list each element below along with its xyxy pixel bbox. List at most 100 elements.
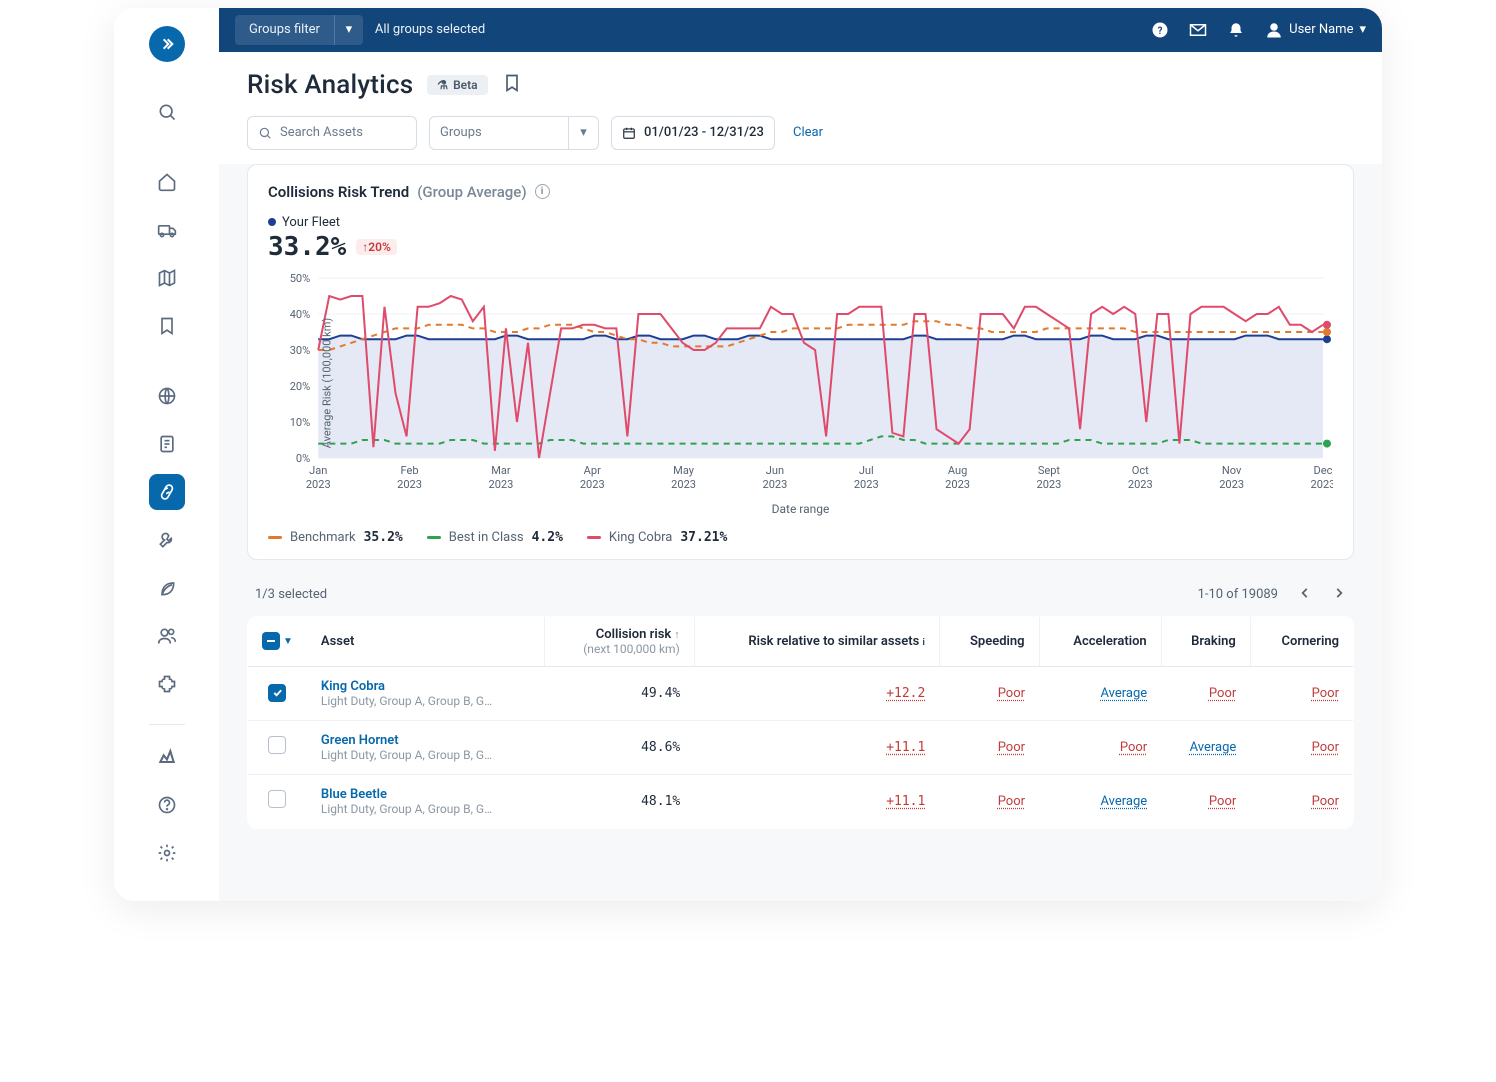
selection-count: 1/3 selected	[255, 587, 327, 602]
search-assets-input[interactable]: Search Assets	[247, 116, 417, 150]
table-row: King CobraLight Duty, Group A, Group B, …	[248, 666, 1354, 720]
groups-filter-dropdown[interactable]: Groups filter ▾	[235, 15, 363, 45]
svg-text:2023: 2023	[488, 478, 513, 491]
date-range-picker[interactable]: 01/01/23 - 12/31/23	[611, 116, 775, 150]
legend-item[interactable]: Benchmark 35.2%	[268, 530, 403, 545]
sidebar-home-icon[interactable]	[149, 164, 185, 200]
row-checkbox[interactable]	[268, 684, 286, 702]
sidebar-maintenance-icon[interactable]	[149, 522, 185, 558]
col-asset[interactable]: Asset	[307, 616, 545, 666]
help-icon[interactable]: ?	[1151, 21, 1169, 39]
braking-value: Average	[1161, 720, 1250, 774]
svg-text:2023: 2023	[763, 478, 788, 491]
prev-page-icon[interactable]	[1298, 586, 1312, 604]
asset-link[interactable]: Blue Beetle	[321, 787, 531, 802]
sidebar-report-icon[interactable]	[149, 426, 185, 462]
accel-value: Poor	[1039, 720, 1161, 774]
user-menu[interactable]: User Name ▾	[1265, 21, 1366, 39]
sidebar-settings-icon[interactable]	[149, 835, 185, 871]
svg-text:2023: 2023	[854, 478, 879, 491]
col-speeding[interactable]: Speeding	[939, 616, 1039, 666]
sidebar-help-icon[interactable]	[149, 787, 185, 823]
bell-icon[interactable]	[1227, 21, 1245, 39]
svg-text:Jul: Jul	[859, 464, 874, 477]
username-label: User Name	[1289, 22, 1353, 37]
svg-text:0%: 0%	[296, 452, 310, 465]
svg-text:10%: 10%	[290, 416, 311, 429]
beta-label: Beta	[453, 78, 478, 92]
chart-title: Collisions Risk Trend	[268, 183, 409, 201]
relative-value: +12.2	[694, 666, 939, 720]
sidebar	[114, 8, 219, 901]
row-checkbox[interactable]	[268, 736, 286, 754]
sidebar-map-icon[interactable]	[149, 260, 185, 296]
corner-value: Poor	[1250, 774, 1353, 828]
chevron-down-icon: ▾	[335, 22, 363, 37]
sidebar-users-icon[interactable]	[149, 618, 185, 654]
corner-value: Poor	[1250, 666, 1353, 720]
col-braking[interactable]: Braking	[1161, 616, 1250, 666]
sidebar-expand-button[interactable]	[149, 26, 185, 62]
braking-value: Poor	[1161, 774, 1250, 828]
sidebar-globe-icon[interactable]	[149, 378, 185, 414]
collision-value: 48.1%	[545, 774, 695, 828]
accel-value: Average	[1039, 666, 1161, 720]
bookmark-icon[interactable]	[502, 73, 522, 97]
search-icon	[258, 126, 272, 140]
svg-text:Jan: Jan	[309, 464, 327, 477]
clear-button[interactable]: Clear	[793, 125, 823, 140]
next-page-icon[interactable]	[1332, 586, 1346, 604]
topbar: Groups filter ▾ All groups selected ? Us…	[219, 8, 1382, 52]
x-axis-label: Date range	[268, 502, 1333, 516]
svg-text:30%: 30%	[290, 344, 311, 357]
svg-text:50%: 50%	[290, 272, 311, 285]
table-row: Blue BeetleLight Duty, Group A, Group B,…	[248, 774, 1354, 828]
groups-placeholder: Groups	[440, 125, 482, 140]
legend-item[interactable]: King Cobra 37.21%	[587, 530, 727, 545]
braking-value: Poor	[1161, 666, 1250, 720]
svg-text:Dec: Dec	[1314, 464, 1333, 477]
svg-text:Sept: Sept	[1038, 464, 1061, 477]
legend-item[interactable]: Best in Class 4.2%	[427, 530, 563, 545]
sidebar-risk-icon[interactable]	[149, 474, 185, 510]
sidebar-fleet-icon[interactable]	[149, 212, 185, 248]
info-icon[interactable]: i	[535, 184, 550, 199]
sidebar-analytics-icon[interactable]	[149, 739, 185, 775]
select-all-checkbox[interactable]	[262, 632, 280, 650]
asset-link[interactable]: Green Hornet	[321, 733, 531, 748]
chart-title-suffix: (Group Average)	[417, 183, 526, 201]
accel-value: Average	[1039, 774, 1161, 828]
groups-dropdown[interactable]: Groups ▾	[429, 116, 599, 150]
mail-icon[interactable]	[1189, 21, 1207, 39]
col-corner[interactable]: Cornering	[1250, 616, 1353, 666]
fleet-legend-dot	[268, 218, 276, 226]
sidebar-eco-icon[interactable]	[149, 570, 185, 606]
sidebar-search-icon[interactable]	[149, 94, 185, 130]
svg-text:20%: 20%	[290, 380, 311, 393]
groups-filter-label: Groups filter	[235, 15, 335, 45]
fleet-label: Your Fleet	[282, 215, 340, 230]
asset-link[interactable]: King Cobra	[321, 679, 531, 694]
sidebar-bookmark-icon[interactable]	[149, 308, 185, 344]
svg-text:2023: 2023	[1311, 478, 1333, 491]
fleet-delta-badge: ↑20%	[356, 239, 397, 255]
col-relative[interactable]: Risk relative to similar assets i	[694, 616, 939, 666]
range-label: 1-10 of 19089	[1198, 587, 1278, 602]
speeding-value: Poor	[939, 720, 1039, 774]
svg-text:Mar: Mar	[491, 464, 511, 477]
assets-table: ▼ Asset Collision risk↑(next 100,000 km)…	[247, 616, 1354, 829]
row-checkbox[interactable]	[268, 790, 286, 808]
chevron-down-icon[interactable]: ▼	[283, 636, 293, 647]
svg-text:Oct: Oct	[1132, 464, 1149, 477]
fleet-value: 33.2%	[268, 232, 346, 262]
chart-card: Collisions Risk Trend (Group Average) i …	[247, 164, 1354, 560]
asset-sub: Light Duty, Group A, Group B, G…	[321, 748, 531, 762]
col-accel[interactable]: Acceleration	[1039, 616, 1161, 666]
flask-icon: ⚗	[437, 78, 448, 92]
sidebar-extension-icon[interactable]	[149, 666, 185, 702]
groups-selected-label: All groups selected	[375, 22, 485, 37]
collision-value: 49.4%	[545, 666, 695, 720]
svg-text:2023: 2023	[306, 478, 331, 491]
col-collision[interactable]: Collision risk↑(next 100,000 km)	[545, 616, 695, 666]
table-row: Green HornetLight Duty, Group A, Group B…	[248, 720, 1354, 774]
